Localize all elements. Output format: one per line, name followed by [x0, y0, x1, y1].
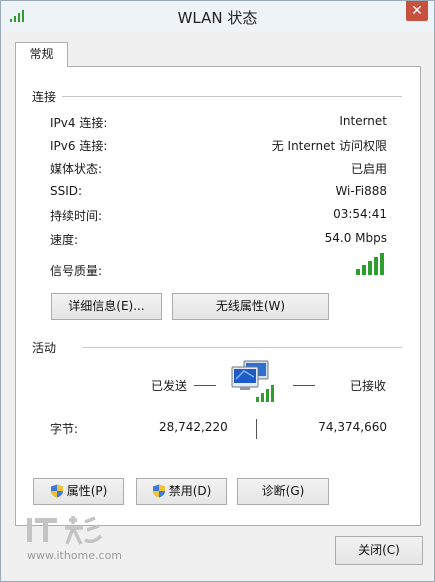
watermark-url: www.ithome.com: [27, 549, 123, 562]
signal-bar: [356, 269, 360, 275]
diagnose-button[interactable]: 诊断(G): [237, 478, 329, 505]
ithome-logo: [27, 516, 103, 545]
disable-button[interactable]: 禁用(D): [136, 478, 227, 505]
details-button[interactable]: 详细信息(E)...: [51, 293, 162, 320]
properties-button-label: 属性(P): [66, 484, 108, 498]
ipv6-label: IPv6 连接:: [50, 139, 108, 153]
ipv6-value: 无 Internet 访问权限: [271, 139, 387, 153]
received-label: 已接收: [350, 379, 387, 393]
window-title: WLAN 状态: [177, 9, 258, 27]
connection-section-label: 连接: [32, 90, 57, 104]
received-line: [293, 385, 315, 386]
general-tab-panel: 连接 IPv4 连接: Internet IPv6 连接: 无 Internet…: [15, 66, 421, 526]
wlan-status-window: WLAN 状态 ✕ 常规 连接 IPv4 连接: Internet IPv6 连…: [0, 0, 435, 582]
ipv4-value: Internet: [339, 114, 387, 128]
ssid-value: Wi-Fi888: [335, 184, 387, 198]
activity-divider: [82, 347, 402, 348]
network-computers-icon: [231, 360, 274, 402]
uac-shield-icon: [152, 484, 165, 498]
signal-strength-bars-icon: [356, 253, 384, 275]
speed-value: 54.0 Mbps: [324, 231, 387, 245]
properties-button[interactable]: 属性(P): [33, 478, 124, 505]
signal-bar: [374, 257, 378, 275]
connection-divider: [62, 96, 402, 97]
sent-label: 已发送: [151, 379, 188, 393]
ipv4-label: IPv4 连接:: [50, 116, 108, 130]
title-bar[interactable]: WLAN 状态 ✕: [1, 1, 434, 32]
signal-bar: [362, 265, 366, 275]
signal-bar: [380, 253, 384, 275]
signal-bar: [368, 261, 372, 275]
duration-value: 03:54:41: [333, 207, 387, 221]
signal-quality-label: 信号质量:: [50, 264, 103, 278]
duration-label: 持续时间:: [50, 209, 103, 223]
bytes-separator: [256, 419, 257, 439]
bytes-received-value: 74,374,660: [318, 420, 387, 434]
close-window-button[interactable]: ✕: [406, 1, 428, 21]
uac-shield-icon: [50, 484, 63, 498]
media-state-value: 已启用: [350, 162, 387, 176]
bytes-label: 字节:: [50, 422, 79, 436]
activity-section-label: 活动: [32, 341, 57, 355]
tab-general[interactable]: 常规: [15, 42, 68, 67]
close-button[interactable]: 关闭(C): [335, 536, 423, 565]
ssid-label: SSID:: [50, 184, 83, 198]
close-icon: ✕: [411, 3, 423, 19]
sent-line: [194, 385, 216, 386]
bytes-sent-value: 28,742,220: [159, 420, 228, 434]
wireless-properties-button[interactable]: 无线属性(W): [172, 293, 329, 320]
speed-label: 速度:: [50, 233, 79, 247]
media-state-label: 媒体状态:: [50, 162, 103, 176]
disable-button-label: 禁用(D): [168, 484, 212, 498]
